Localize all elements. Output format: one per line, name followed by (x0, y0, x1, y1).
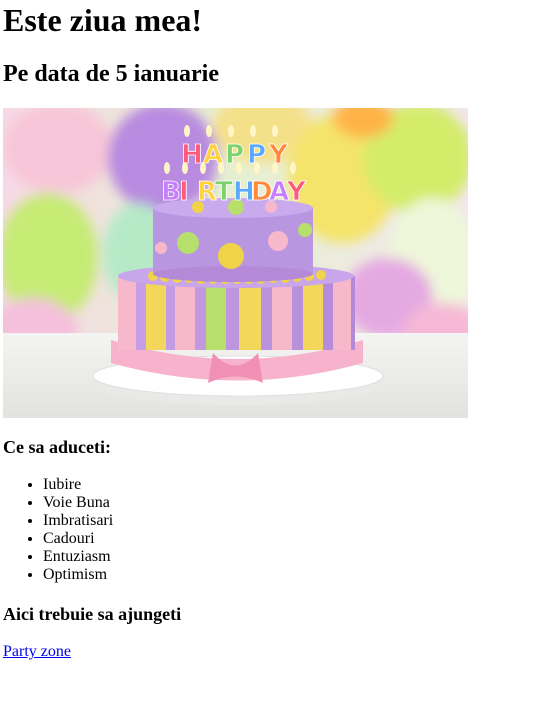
date-heading: Pe data de 5 ianuarie (3, 61, 219, 87)
list-item: Voie Buna (43, 494, 539, 512)
list-item: Imbratisari (43, 512, 539, 530)
candle-flame (254, 162, 260, 174)
candle-flame (272, 162, 278, 174)
party-zone-link[interactable]: Party zone (3, 643, 71, 660)
candle-flame (206, 125, 212, 137)
candle-flame (200, 162, 206, 174)
candle-letter: Y (268, 140, 289, 170)
bring-list: Iubire Voie Buna Imbratisari Cadouri Ent… (3, 476, 539, 584)
candle-flame (182, 162, 188, 174)
candle-letter: T (215, 177, 233, 207)
candle-flame (164, 162, 170, 174)
page: Este ziua mea! Pe data de 5 ianuarie H A… (0, 0, 542, 661)
candle-flame (236, 162, 242, 174)
candle-letter: B (161, 177, 181, 207)
candle-flame (184, 125, 190, 137)
birthday-cake-image: H A P P YBI RT HDAY (3, 108, 468, 418)
candle-letter: Y (286, 177, 307, 207)
candle-flame (228, 125, 234, 137)
list-item: Optimism (43, 566, 539, 584)
candle-flame (272, 125, 278, 137)
page-title: Este ziua mea! (3, 2, 203, 38)
location-heading: Aici trebuie sa ajungeti (3, 604, 182, 624)
list-item: Iubire (43, 476, 539, 494)
location-paragraph: Party zone (3, 643, 539, 661)
candle-flame (218, 162, 224, 174)
candle-flame (250, 125, 256, 137)
list-item: Cadouri (43, 530, 539, 548)
candle-flame (290, 162, 296, 174)
list-item: Entuziasm (43, 548, 539, 566)
candle-letter: I (179, 177, 189, 207)
bring-heading: Ce sa aduceti: (3, 437, 111, 457)
